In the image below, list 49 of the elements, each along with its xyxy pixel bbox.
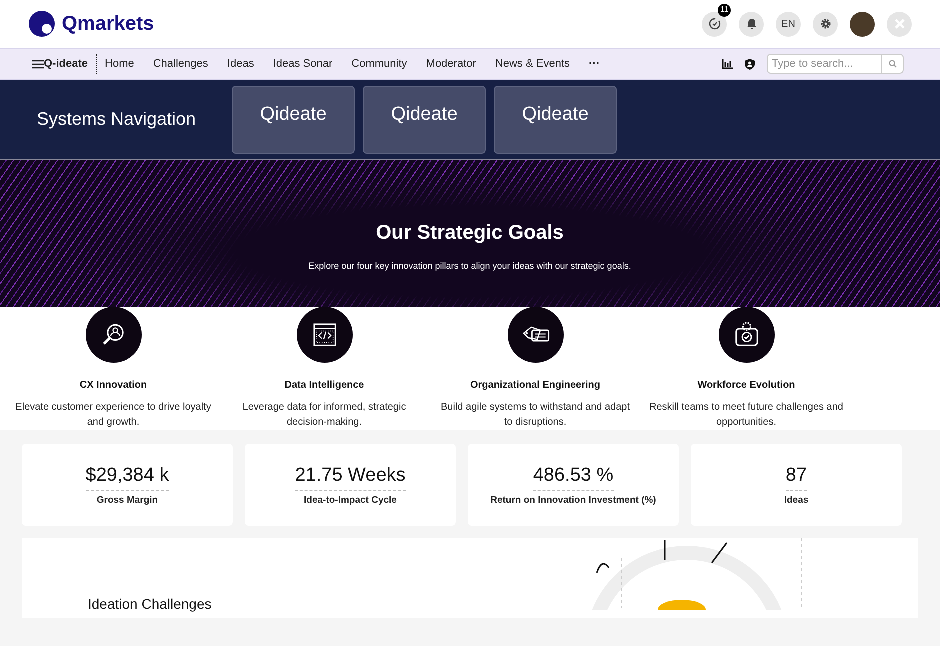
pillar-title: CX Innovation	[80, 379, 148, 393]
menu-icon	[32, 60, 44, 68]
avatar[interactable]	[850, 12, 875, 36]
pillar-description: Reskill teams to meet future challenges and opportunities.	[648, 401, 844, 430]
stat-label: Return on Innovation Investment (%)	[490, 494, 656, 508]
history-button[interactable]	[702, 12, 727, 36]
search-field[interactable]: Type to search...	[767, 54, 882, 74]
stat-label: Ideas	[784, 494, 809, 508]
nav-link[interactable]: News & Events	[495, 56, 570, 72]
nav-link[interactable]: Community	[352, 56, 408, 72]
stat-label: Gross Margin	[96, 494, 158, 508]
stat-value: 21.75 Weeks	[295, 463, 406, 491]
hero-subtitle: Explore our four key innovation pillars to align your ideas with our strategic goals.	[308, 260, 632, 273]
nav-link[interactable]: Ideas Sonar	[273, 56, 333, 72]
section-title: Systems Navigation	[37, 108, 198, 131]
brand-name: Qmarkets	[62, 12, 154, 37]
logo-icon	[28, 10, 56, 38]
settings-icon	[820, 18, 832, 30]
clock-check-icon	[708, 18, 720, 30]
nav-link[interactable]: Challenges	[153, 56, 208, 72]
search-button[interactable]	[882, 54, 904, 74]
stat-label: Idea-to-Impact Cycle	[304, 494, 397, 508]
pillar-description: Leverage data for informed, strategic decision-making.	[242, 401, 408, 430]
bell-icon	[746, 18, 758, 30]
more-button[interactable]: ···	[589, 56, 600, 72]
hero-title: Our Strategic Goals	[376, 221, 564, 246]
pillar-description: Elevate customer experience to drive loyalty and growth.	[14, 401, 212, 430]
pillar-title: Workforce Evolution	[698, 379, 796, 393]
section-heading: Ideation Challenges	[88, 595, 212, 614]
system-tile[interactable]: Qideate	[494, 86, 617, 154]
bar-chart-icon[interactable]	[722, 59, 733, 69]
pillar-title: Data Intelligence	[284, 379, 364, 393]
notification-badge: 11	[718, 4, 731, 16]
shield-user-icon[interactable]	[745, 58, 755, 70]
nav-link[interactable]: Moderator	[426, 56, 476, 72]
settings-button[interactable]	[813, 12, 838, 36]
stat-value: 87	[786, 463, 808, 491]
pillar-description: Build agile systems to withstand and adapt to disruptions.	[440, 401, 631, 430]
stat-value: 486.53 %	[533, 463, 614, 491]
stat-value: $29,384 k	[86, 463, 170, 491]
system-tile[interactable]: Qideate	[363, 86, 486, 154]
pillar-title: Organizational Engineering	[470, 379, 600, 393]
system-tile[interactable]: Qideate	[232, 86, 355, 154]
nav-link[interactable]: Home	[105, 56, 134, 72]
nav-link[interactable]: Ideas	[227, 56, 254, 72]
notifications-button[interactable]	[739, 12, 764, 36]
app-menu-button[interactable]: Q-ideate	[32, 56, 88, 72]
language-button[interactable]: EN	[776, 12, 801, 36]
search-icon	[888, 60, 896, 68]
